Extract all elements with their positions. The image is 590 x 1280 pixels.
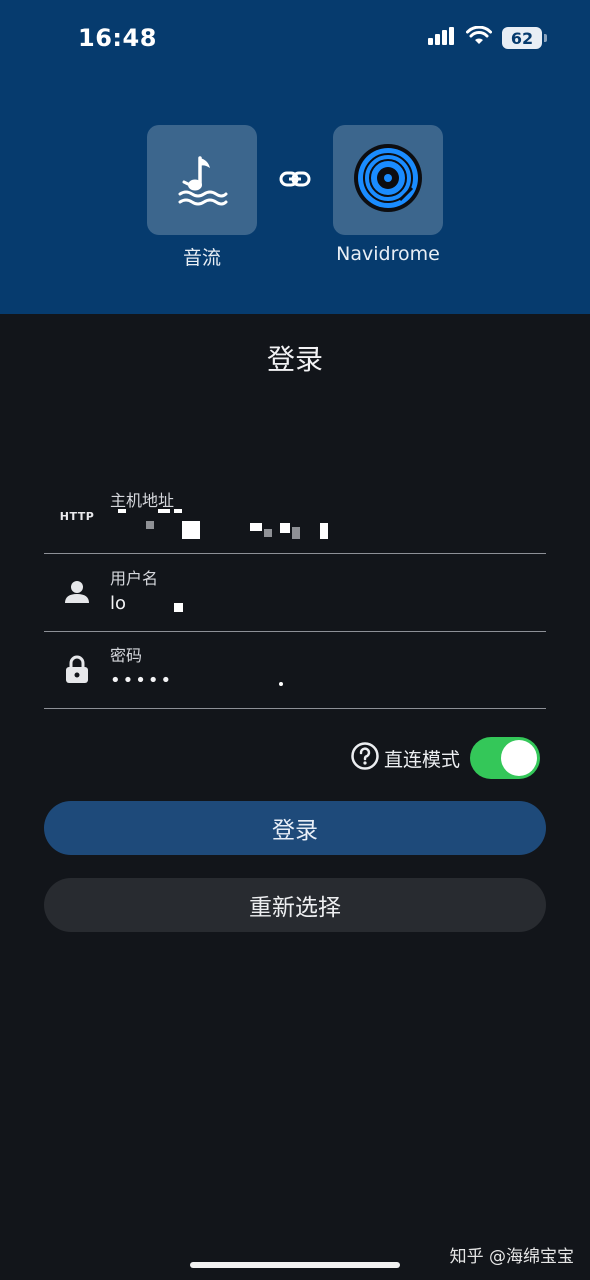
help-circle-icon[interactable] xyxy=(350,741,380,775)
watermark: 知乎 @海绵宝宝 xyxy=(449,1247,574,1267)
vinyl-disc-icon xyxy=(352,142,424,218)
username-field[interactable]: 用户名 lo xyxy=(44,555,546,632)
home-indicator[interactable] xyxy=(190,1262,400,1268)
direct-mode-label: 直连模式 xyxy=(383,748,460,771)
login-button[interactable]: 登录 xyxy=(44,801,546,855)
username-value[interactable]: lo xyxy=(110,593,126,614)
host-field[interactable]: HTTP 主机地址 xyxy=(44,477,546,554)
page-title: 登录 xyxy=(266,343,323,376)
http-icon: HTTP xyxy=(59,510,95,523)
reselect-button[interactable]: 重新选择 xyxy=(44,878,546,932)
status-icons: 62 xyxy=(428,25,547,50)
link-icon xyxy=(279,167,311,195)
host-value[interactable] xyxy=(110,505,410,545)
wifi-icon xyxy=(466,25,492,50)
password-label: 密码 xyxy=(110,646,143,665)
toggle-knob xyxy=(501,740,537,776)
direct-mode-row: 直连模式 xyxy=(350,736,540,780)
direct-mode-toggle[interactable] xyxy=(470,737,540,779)
password-field[interactable]: 密码 ••••• xyxy=(44,632,546,709)
lock-icon xyxy=(44,654,110,684)
source-app-label: 音流 xyxy=(182,247,221,269)
target-app-label: Navidrome xyxy=(336,243,440,265)
source-app-tile[interactable] xyxy=(147,125,257,235)
header-banner: 16:48 62 音流 Navidrome xyxy=(0,0,590,314)
cellular-signal-icon xyxy=(428,27,456,49)
password-value[interactable]: ••••• xyxy=(110,670,173,691)
battery-indicator: 62 xyxy=(502,27,547,49)
music-note-waves-icon xyxy=(174,148,230,212)
status-time: 16:48 xyxy=(78,24,157,52)
target-app-tile[interactable] xyxy=(333,125,443,235)
username-label: 用户名 xyxy=(110,569,159,588)
person-icon xyxy=(44,579,110,605)
